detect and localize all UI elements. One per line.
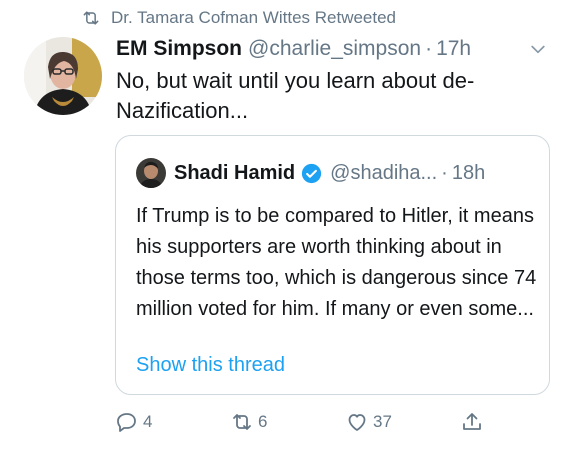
quoted-tweet-header: Shadi Hamid @shadiha... · 18h: [174, 158, 485, 188]
tweet-timestamp[interactable]: 17h: [436, 37, 471, 61]
reply-count: 4: [143, 412, 153, 431]
quoted-author-avatar[interactable]: [136, 158, 166, 188]
chevron-down-icon[interactable]: [528, 39, 548, 59]
share-icon: [463, 413, 481, 430]
tweet-actions: 4 6 37: [115, 404, 495, 440]
reply-button[interactable]: 4: [115, 404, 152, 440]
share-button[interactable]: [460, 404, 488, 440]
quoted-author-name[interactable]: Shadi Hamid: [174, 162, 295, 185]
reply-icon: [117, 413, 136, 432]
retweet-context[interactable]: Dr. Tamara Cofman Wittes Retweeted: [81, 7, 396, 29]
quoted-tweet-timestamp[interactable]: 18h: [452, 162, 485, 185]
retweet-label: Dr. Tamara Cofman Wittes Retweeted: [111, 8, 397, 27]
quoted-separator-dot: ·: [441, 161, 448, 184]
retweet-icon: [233, 414, 251, 430]
quoted-tweet-text: If Trump is to be compared to Hitler, it…: [136, 205, 537, 320]
author-handle[interactable]: @charlie_simpson: [248, 37, 421, 61]
show-thread-link[interactable]: Show this thread: [136, 354, 285, 377]
heart-icon: [348, 414, 366, 431]
like-button[interactable]: 37: [345, 404, 392, 440]
separator-dot: ·: [425, 37, 433, 60]
retweet-icon: [83, 11, 99, 25]
retweet-count: 6: [258, 412, 268, 431]
tweet-text: No, but wait until you learn about de-Na…: [116, 68, 475, 123]
quoted-tweet-card[interactable]: Shadi Hamid @shadiha... · 18h If Trump i…: [115, 135, 550, 395]
quoted-author-handle[interactable]: @shadiha...: [330, 162, 437, 185]
like-count: 37: [373, 412, 392, 431]
verified-badge-icon: [302, 163, 322, 183]
quoted-author-avatar-image: [136, 158, 166, 188]
tweet-header: EM Simpson @charlie_simpson · 17h: [116, 35, 548, 63]
author-avatar-image: [24, 37, 102, 115]
author-name[interactable]: EM Simpson: [116, 37, 242, 61]
author-avatar[interactable]: [24, 37, 102, 115]
retweet-button[interactable]: 6: [230, 404, 267, 440]
